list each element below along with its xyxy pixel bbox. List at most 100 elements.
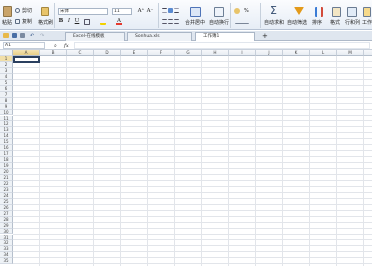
font-size-value: 11 bbox=[114, 9, 120, 14]
underline-button[interactable]: U bbox=[74, 18, 80, 24]
folder-icon[interactable] bbox=[3, 33, 9, 38]
copy-icon[interactable] bbox=[15, 19, 20, 24]
column-header[interactable]: N bbox=[364, 50, 372, 56]
font-name-select[interactable]: 宋体 bbox=[58, 8, 108, 15]
merge-center-button[interactable]: 合并居中 bbox=[185, 20, 205, 26]
row-line bbox=[13, 239, 372, 241]
tab-excel-templates[interactable]: Excel-在线模板 bbox=[65, 32, 125, 41]
column-header[interactable]: F bbox=[148, 50, 175, 56]
row-line bbox=[13, 60, 372, 62]
align-middle-icon[interactable] bbox=[168, 8, 173, 13]
increase-font-button[interactable]: A⁺ bbox=[137, 8, 145, 14]
align-center-icon[interactable] bbox=[168, 19, 173, 24]
row-header[interactable]: 35 bbox=[0, 258, 13, 265]
row-line bbox=[13, 209, 372, 211]
paste-button[interactable]: 粘贴 bbox=[2, 20, 12, 26]
column-header[interactable]: J bbox=[256, 50, 283, 56]
column-line bbox=[336, 56, 337, 266]
fx-icon[interactable]: fx bbox=[64, 43, 69, 49]
filter-icon[interactable] bbox=[294, 7, 304, 15]
align-bottom-icon[interactable] bbox=[174, 8, 179, 13]
row-line bbox=[13, 174, 372, 175]
currency-icon[interactable] bbox=[234, 8, 240, 14]
auto-filter-button[interactable]: 自动筛选 bbox=[287, 20, 307, 26]
ribbon-toolbar: 粘贴 剪切 复制 格式刷 宋体 11 A⁺ A⁻ B I U A 合并居中 自动… bbox=[0, 0, 372, 30]
name-box[interactable]: A1 bbox=[3, 42, 45, 49]
redo-icon[interactable]: ↷ bbox=[40, 33, 44, 39]
row-line bbox=[13, 114, 372, 116]
tab-sonhua[interactable]: Sonhua.xls bbox=[127, 32, 192, 41]
merge-center-icon[interactable] bbox=[190, 7, 201, 17]
wrap-text-icon[interactable] bbox=[214, 7, 224, 17]
separator bbox=[230, 3, 231, 28]
tab-label: Sonhua.xls bbox=[135, 34, 160, 39]
cut-icon[interactable] bbox=[15, 8, 20, 13]
column-line bbox=[363, 56, 364, 266]
row-line bbox=[13, 96, 372, 98]
decrease-font-button[interactable]: A⁻ bbox=[146, 8, 154, 14]
fill-color-icon[interactable] bbox=[100, 19, 106, 25]
rows-cols-icon[interactable] bbox=[347, 7, 357, 17]
spreadsheet-grid[interactable]: ABCDEFGHIJKLMN 1234567891011121314151617… bbox=[0, 50, 372, 266]
row-line bbox=[13, 150, 372, 152]
italic-button[interactable]: I bbox=[66, 18, 72, 24]
formula-input[interactable] bbox=[74, 42, 370, 49]
copy-button[interactable]: 复制 bbox=[22, 19, 32, 25]
save-icon[interactable] bbox=[12, 33, 17, 38]
border-icon[interactable] bbox=[84, 19, 90, 25]
format-painter-button[interactable]: 格式刷 bbox=[38, 20, 53, 26]
print-icon[interactable] bbox=[20, 33, 25, 38]
rows-cols-button[interactable]: 行和列 bbox=[345, 20, 360, 26]
decimal-icon[interactable] bbox=[235, 19, 249, 24]
sum-icon[interactable]: Σ bbox=[270, 5, 277, 16]
column-header[interactable]: G bbox=[175, 50, 202, 56]
worksheet-button[interactable]: 工作 bbox=[362, 20, 372, 26]
row-line bbox=[13, 132, 372, 134]
separator bbox=[158, 3, 159, 28]
undo-icon[interactable]: ↶ bbox=[30, 33, 34, 39]
format-painter-icon[interactable] bbox=[41, 7, 49, 16]
align-right-icon[interactable] bbox=[174, 19, 179, 24]
column-line bbox=[174, 56, 175, 266]
row-line bbox=[13, 84, 372, 86]
column-line bbox=[120, 56, 121, 266]
wrap-text-button[interactable]: 自动换行 bbox=[209, 20, 229, 26]
row-line bbox=[13, 162, 372, 164]
column-header[interactable]: I bbox=[229, 50, 256, 56]
column-header[interactable]: K bbox=[283, 50, 310, 56]
column-header[interactable]: L bbox=[310, 50, 337, 56]
row-line bbox=[13, 197, 372, 199]
column-header[interactable]: B bbox=[40, 50, 67, 56]
worksheet-icon[interactable] bbox=[363, 7, 371, 17]
sort-icon[interactable] bbox=[315, 7, 323, 17]
column-header[interactable]: M bbox=[337, 50, 364, 56]
sort-button[interactable]: 排序 bbox=[312, 20, 322, 26]
active-cell[interactable] bbox=[13, 56, 40, 63]
new-tab-button[interactable]: + bbox=[262, 32, 268, 40]
format-icon[interactable] bbox=[332, 7, 341, 17]
row-line bbox=[13, 191, 372, 193]
align-top-icon[interactable] bbox=[162, 8, 167, 13]
paste-icon[interactable] bbox=[3, 6, 12, 17]
align-left-icon[interactable] bbox=[162, 19, 167, 24]
tab-label: 工作簿1 bbox=[203, 34, 220, 39]
format-button[interactable]: 格式 bbox=[330, 20, 340, 26]
column-line bbox=[228, 56, 229, 266]
sum-button[interactable]: 自动求和 bbox=[264, 20, 284, 26]
percent-button[interactable]: % bbox=[244, 8, 249, 14]
column-header[interactable]: E bbox=[121, 50, 148, 56]
column-header[interactable]: H bbox=[202, 50, 229, 56]
cut-button[interactable]: 剪切 bbox=[22, 8, 32, 14]
row-line bbox=[13, 185, 372, 187]
document-tab-bar: ↶ ↷ Excel-在线模板 Sonhua.xls 工作簿1 + bbox=[0, 31, 372, 42]
row-line bbox=[13, 251, 372, 253]
row-line bbox=[13, 257, 372, 259]
font-size-select[interactable]: 11 bbox=[112, 8, 132, 15]
column-header[interactable]: C bbox=[67, 50, 94, 56]
bold-button[interactable]: B bbox=[58, 18, 64, 24]
spreadsheet-app: 粘贴 剪切 复制 格式刷 宋体 11 A⁺ A⁻ B I U A 合并居中 自动… bbox=[0, 0, 372, 266]
magnifier-icon[interactable]: ⌕ bbox=[54, 43, 57, 49]
column-line bbox=[93, 56, 94, 266]
font-color-icon[interactable]: A bbox=[116, 18, 122, 25]
column-header[interactable]: D bbox=[94, 50, 121, 56]
